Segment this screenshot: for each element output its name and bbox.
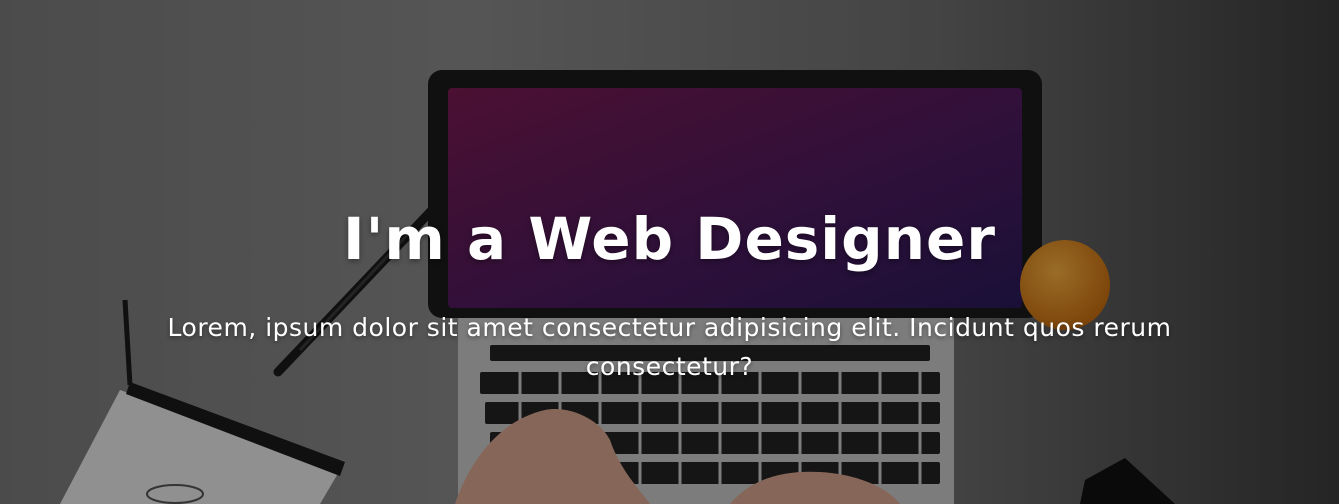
hero-subtitle: Lorem, ipsum dolor sit amet consectetur … (167, 313, 1172, 381)
hero-section: I'm a Web Designer Lorem, ipsum dolor si… (0, 0, 1339, 504)
hero-headline: I'm a Web Designer (343, 205, 996, 273)
hero-content: I'm a Web Designer Lorem, ipsum dolor si… (0, 0, 1339, 504)
